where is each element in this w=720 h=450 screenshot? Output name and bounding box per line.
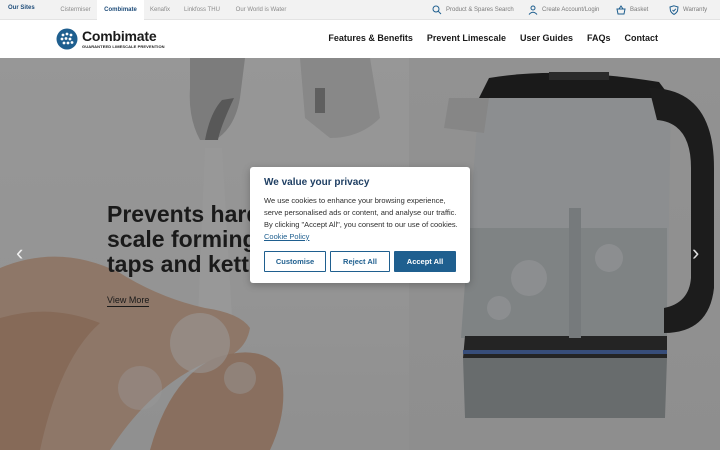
basket-label: Basket (630, 7, 649, 13)
shield-icon (669, 5, 679, 15)
cookie-dialog-text: We use cookies to enhance your browsing … (264, 196, 458, 229)
cookie-policy-link[interactable]: Cookie Policy (264, 232, 309, 241)
site-tab-combimate[interactable]: Combimate (97, 0, 144, 20)
site-tab-kenafix[interactable]: Kenafix (144, 0, 176, 20)
nav-contact[interactable]: Contact (625, 33, 659, 43)
our-sites-label: Our Sites (8, 5, 35, 11)
headline-line-1: Prevents hard (107, 201, 261, 227)
cookie-dialog-body: We use cookies to enhance your browsing … (264, 195, 458, 243)
warranty-label: Warranty (683, 7, 708, 13)
site-tab-cistermiser[interactable]: Cistermiser (54, 0, 97, 20)
logo-name: Combimate (82, 28, 157, 44)
product-search-link[interactable]: Product & Spares Search (432, 0, 514, 20)
site-tab-linkfoss[interactable]: Linkfoss THU (176, 0, 228, 20)
main-nav: Features & Benefits Prevent Limescale Us… (328, 33, 658, 43)
nav-prevent-limescale[interactable]: Prevent Limescale (427, 33, 506, 43)
reject-all-button[interactable]: Reject All (330, 251, 390, 272)
prev-slide-arrow-icon[interactable]: ‹ (16, 240, 23, 266)
product-search-label: Product & Spares Search (446, 7, 514, 13)
account-link[interactable]: Create Account/Login (528, 0, 599, 20)
basket-icon (616, 5, 626, 15)
nav-faqs[interactable]: FAQs (587, 33, 611, 43)
cookie-dialog-title: We value your privacy (264, 177, 370, 188)
customise-button[interactable]: Customise (264, 251, 326, 272)
headline-line-2: scale forming (107, 226, 257, 252)
main-header: Combimate GUARANTEED LIMESCALE PREVENTIO… (0, 20, 720, 58)
account-label: Create Account/Login (542, 7, 600, 13)
search-icon (432, 5, 442, 15)
cookie-consent-dialog: We value your privacy We use cookies to … (250, 167, 470, 283)
warranty-link[interactable]: Warranty (669, 0, 707, 20)
logo-tagline: GUARANTEED LIMESCALE PREVENTION (82, 44, 165, 49)
nav-features-benefits[interactable]: Features & Benefits (328, 33, 413, 43)
site-tab-our-world-is-water[interactable]: Our World is Water (228, 0, 294, 20)
basket-link[interactable]: Basket (616, 0, 648, 20)
nav-user-guides[interactable]: User Guides (520, 33, 573, 43)
accept-all-button[interactable]: Accept All (394, 251, 456, 272)
user-icon (528, 5, 538, 15)
logo-mark-icon (56, 28, 78, 50)
combimate-logo[interactable]: Combimate GUARANTEED LIMESCALE PREVENTIO… (56, 28, 165, 50)
view-more-link[interactable]: View More (107, 295, 150, 307)
next-slide-arrow-icon[interactable]: › (692, 240, 699, 266)
top-utility-bar: Our Sites Cistermiser Combimate Kenafix … (0, 0, 720, 20)
